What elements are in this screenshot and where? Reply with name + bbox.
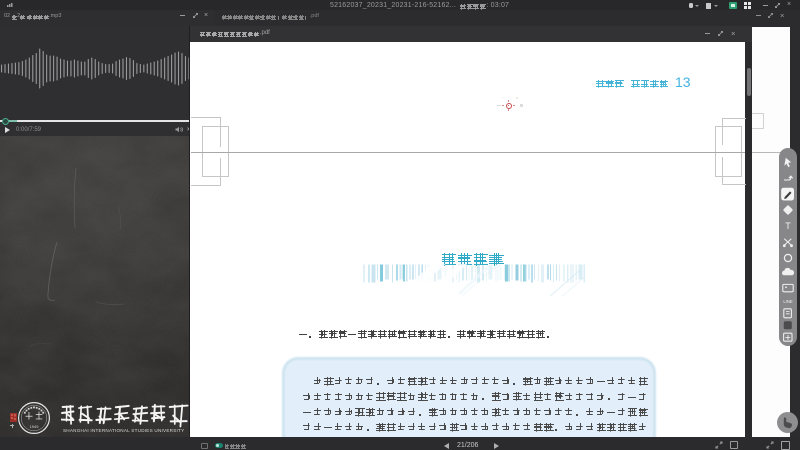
svg-text:1949: 1949 — [30, 424, 40, 429]
svg-text:T: T — [785, 221, 791, 231]
svg-text:LINE: LINE — [783, 299, 793, 304]
